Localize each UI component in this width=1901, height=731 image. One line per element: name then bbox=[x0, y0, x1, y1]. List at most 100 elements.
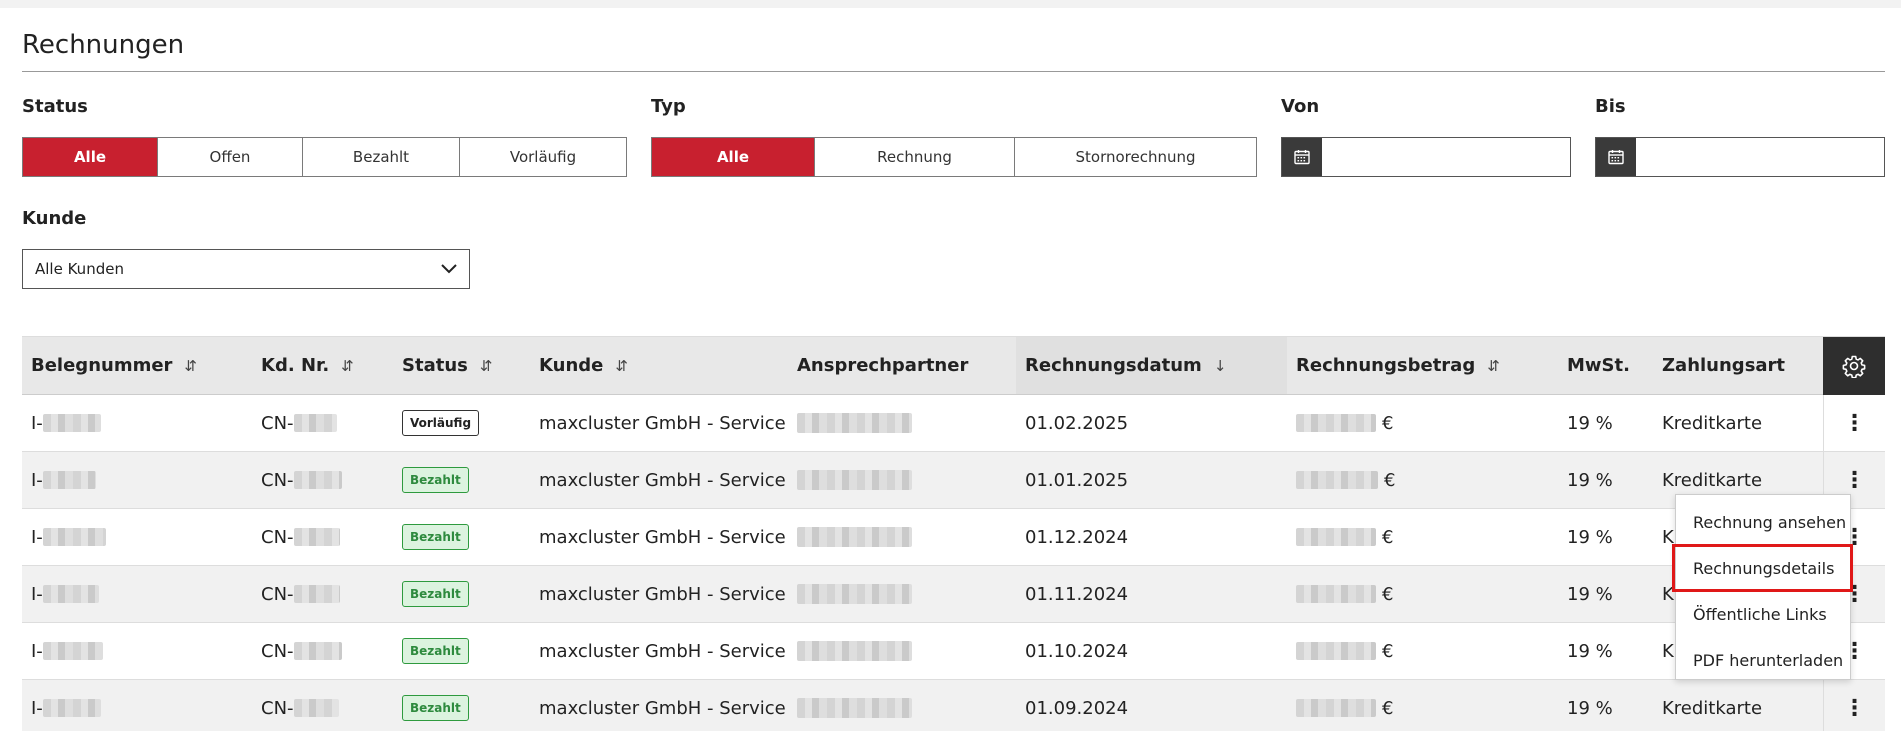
redacted-block bbox=[293, 528, 340, 546]
arrow-down-icon: ↓ bbox=[1213, 356, 1227, 375]
cell-kd-nr: CN- bbox=[252, 623, 393, 679]
col-rechnungsdatum[interactable]: Rechnungsdatum ↓ bbox=[1016, 337, 1287, 394]
table-row: I- CN- Bezahlt maxcluster GmbH - Service 01.… bbox=[22, 680, 1885, 731]
redacted-block bbox=[797, 527, 912, 547]
typ-option-rechnung[interactable]: Rechnung bbox=[814, 138, 1014, 176]
col-kunde[interactable]: Kunde ⇵ bbox=[530, 337, 788, 394]
cell-status: Bezahlt bbox=[393, 509, 530, 565]
bis-date-input[interactable] bbox=[1636, 138, 1884, 176]
status-badge: Bezahlt bbox=[402, 581, 469, 607]
table-row: I- CN- Bezahlt maxcluster GmbH - Service 01.… bbox=[22, 566, 1885, 623]
status-option-offen[interactable]: Offen bbox=[157, 138, 302, 176]
redacted-block bbox=[293, 414, 337, 432]
col-status[interactable]: Status ⇵ bbox=[393, 337, 530, 394]
col-rechnungsbetrag[interactable]: Rechnungsbetrag ⇵ bbox=[1287, 337, 1558, 394]
typ-option-alle[interactable]: Alle bbox=[652, 138, 814, 176]
col-belegnummer[interactable]: Belegnummer ⇵ bbox=[22, 337, 252, 394]
status-filter-label: Status bbox=[22, 96, 88, 117]
typ-option-stornorechnung[interactable]: Stornorechnung bbox=[1014, 138, 1256, 176]
redacted-block bbox=[1296, 471, 1378, 489]
table-row: I- CN- Bezahlt maxcluster GmbH - Service 01.… bbox=[22, 623, 1885, 680]
redacted-block bbox=[42, 642, 103, 660]
redacted-block bbox=[797, 584, 912, 604]
page-title: Rechnungen bbox=[22, 30, 185, 60]
cell-belegnummer: I- bbox=[22, 566, 252, 622]
von-date-input[interactable] bbox=[1322, 138, 1570, 176]
redacted-block bbox=[42, 585, 99, 603]
col-kd-nr[interactable]: Kd. Nr. ⇵ bbox=[252, 337, 393, 394]
cell-mwst: 19 % bbox=[1567, 697, 1613, 719]
status-option-alle[interactable]: Alle bbox=[23, 138, 157, 176]
sort-icon: ⇵ bbox=[479, 356, 493, 375]
table-row: I- CN- Vorläufig maxcluster GmbH - Service 0… bbox=[22, 395, 1885, 452]
cell-kunde: maxcluster GmbH - Service bbox=[539, 583, 786, 605]
cell-belegnummer: I- bbox=[22, 452, 252, 508]
cell-mwst: 19 % bbox=[1567, 640, 1613, 662]
cell-kd-nr: CN- bbox=[252, 509, 393, 565]
cell-ansprechpartner bbox=[788, 623, 1016, 679]
table-header: Belegnummer ⇵ Kd. Nr. ⇵ Status ⇵ Kunde ⇵ Ans… bbox=[22, 337, 1885, 395]
redacted-block bbox=[797, 470, 912, 490]
kebab-menu-icon[interactable]: ⋮ bbox=[1823, 395, 1885, 451]
bis-date-field bbox=[1595, 137, 1885, 177]
kunde-select-value: Alle Kunden bbox=[35, 260, 124, 278]
title-divider bbox=[22, 71, 1885, 72]
cell-mwst: 19 % bbox=[1567, 469, 1613, 491]
sort-icon: ⇵ bbox=[615, 356, 628, 375]
gear-icon[interactable] bbox=[1823, 337, 1885, 395]
status-badge: Bezahlt bbox=[402, 467, 469, 493]
cell-zahlungsart: Kreditkarte bbox=[1662, 412, 1763, 434]
typ-filter-label: Typ bbox=[651, 96, 686, 117]
redacted-block bbox=[42, 414, 101, 432]
kunde-select[interactable]: Alle Kunden bbox=[22, 249, 470, 289]
cell-status: Bezahlt bbox=[393, 680, 530, 731]
redacted-block bbox=[797, 413, 912, 433]
typ-filter: Alle Rechnung Stornorechnung bbox=[651, 137, 1257, 177]
calendar-icon[interactable] bbox=[1282, 138, 1322, 176]
cell-status: Bezahlt bbox=[393, 452, 530, 508]
cell-belegnummer: I- bbox=[22, 395, 252, 451]
redacted-block bbox=[293, 471, 342, 489]
redacted-block bbox=[797, 698, 912, 718]
status-filter: Alle Offen Bezahlt Vorläufig bbox=[22, 137, 627, 177]
cell-rechnungsdatum: 01.10.2024 bbox=[1025, 640, 1129, 662]
von-label: Von bbox=[1281, 96, 1320, 117]
sort-icon: ⇵ bbox=[1487, 356, 1500, 375]
cell-mwst: 19 % bbox=[1567, 583, 1613, 605]
cell-status: Vorläufig bbox=[393, 395, 530, 451]
cell-rechnungsdatum: 01.01.2025 bbox=[1025, 469, 1129, 491]
menu-item-rechnungsdetails[interactable]: Rechnungsdetails bbox=[1672, 544, 1853, 592]
cell-rechnungsbetrag: € bbox=[1287, 452, 1558, 508]
kebab-menu-icon[interactable]: ⋮ bbox=[1823, 680, 1885, 731]
cell-belegnummer: I- bbox=[22, 509, 252, 565]
cell-kd-nr: CN- bbox=[252, 566, 393, 622]
cell-belegnummer: I- bbox=[22, 680, 252, 731]
redacted-block bbox=[42, 699, 101, 717]
cell-zahlungsart: Kreditkarte bbox=[1662, 697, 1763, 719]
cell-rechnungsbetrag: € bbox=[1287, 566, 1558, 622]
row-context-menu: Rechnung ansehen Rechnungsdetails Öffent… bbox=[1672, 494, 1853, 683]
menu-item-pdf-herunterladen[interactable]: PDF herunterladen bbox=[1676, 637, 1850, 683]
cell-mwst: 19 % bbox=[1567, 412, 1613, 434]
von-date-field bbox=[1281, 137, 1571, 177]
invoices-table: Belegnummer ⇵ Kd. Nr. ⇵ Status ⇵ Kunde ⇵ Ans… bbox=[22, 336, 1885, 731]
cell-kd-nr: CN- bbox=[252, 680, 393, 731]
status-option-bezahlt[interactable]: Bezahlt bbox=[302, 138, 459, 176]
cell-mwst: 19 % bbox=[1567, 526, 1613, 548]
cell-rechnungsbetrag: € bbox=[1287, 509, 1558, 565]
redacted-block bbox=[1296, 642, 1376, 660]
cell-status: Bezahlt bbox=[393, 566, 530, 622]
menu-item-oeffentliche-links[interactable]: Öffentliche Links bbox=[1676, 591, 1850, 637]
calendar-icon[interactable] bbox=[1596, 138, 1636, 176]
cell-belegnummer: I- bbox=[22, 623, 252, 679]
status-badge: Vorläufig bbox=[402, 410, 480, 436]
cell-kd-nr: CN- bbox=[252, 452, 393, 508]
cell-kunde: maxcluster GmbH - Service bbox=[539, 469, 786, 491]
redacted-block bbox=[1296, 585, 1376, 603]
menu-item-rechnung-ansehen[interactable]: Rechnung ansehen bbox=[1676, 499, 1850, 545]
cell-ansprechpartner bbox=[788, 395, 1016, 451]
status-option-vorlaeufig[interactable]: Vorläufig bbox=[459, 138, 626, 176]
redacted-block bbox=[293, 699, 339, 717]
redacted-block bbox=[797, 641, 912, 661]
redacted-block bbox=[1296, 414, 1376, 432]
